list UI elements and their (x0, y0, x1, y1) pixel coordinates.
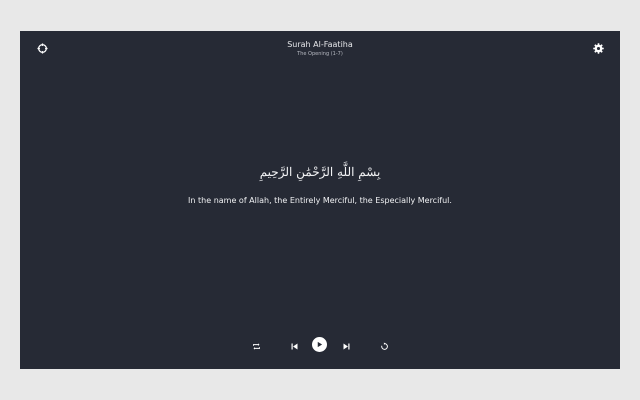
verse-translation: In the name of Allah, the Entirely Merci… (188, 196, 452, 205)
surah-title: Surah Al-Faatiha (287, 40, 353, 49)
verse-arabic: بِسْمِ اللَّهِ الرَّحْمَٰنِ الرَّحِيمِ (259, 165, 381, 179)
previous-button[interactable] (286, 338, 302, 354)
playback-controls (20, 336, 620, 356)
replay-button[interactable] (376, 338, 392, 354)
skip-next-icon (343, 343, 349, 349)
repeat-button[interactable] (248, 338, 264, 354)
next-button[interactable] (338, 338, 354, 354)
surah-header: Surah Al-Faatiha The Opening (1-7) (20, 40, 620, 58)
surah-subtitle: The Opening (1-7) (297, 51, 343, 57)
play-button[interactable] (312, 337, 327, 352)
repeat-icon (252, 342, 260, 350)
quran-player-window: Surah Al-Faatiha The Opening (1-7) بِسْم… (20, 31, 620, 369)
play-icon (317, 341, 323, 348)
skip-previous-icon (291, 343, 297, 349)
settings-button[interactable] (591, 41, 605, 55)
replay-icon (380, 341, 388, 350)
gear-icon (592, 42, 604, 54)
